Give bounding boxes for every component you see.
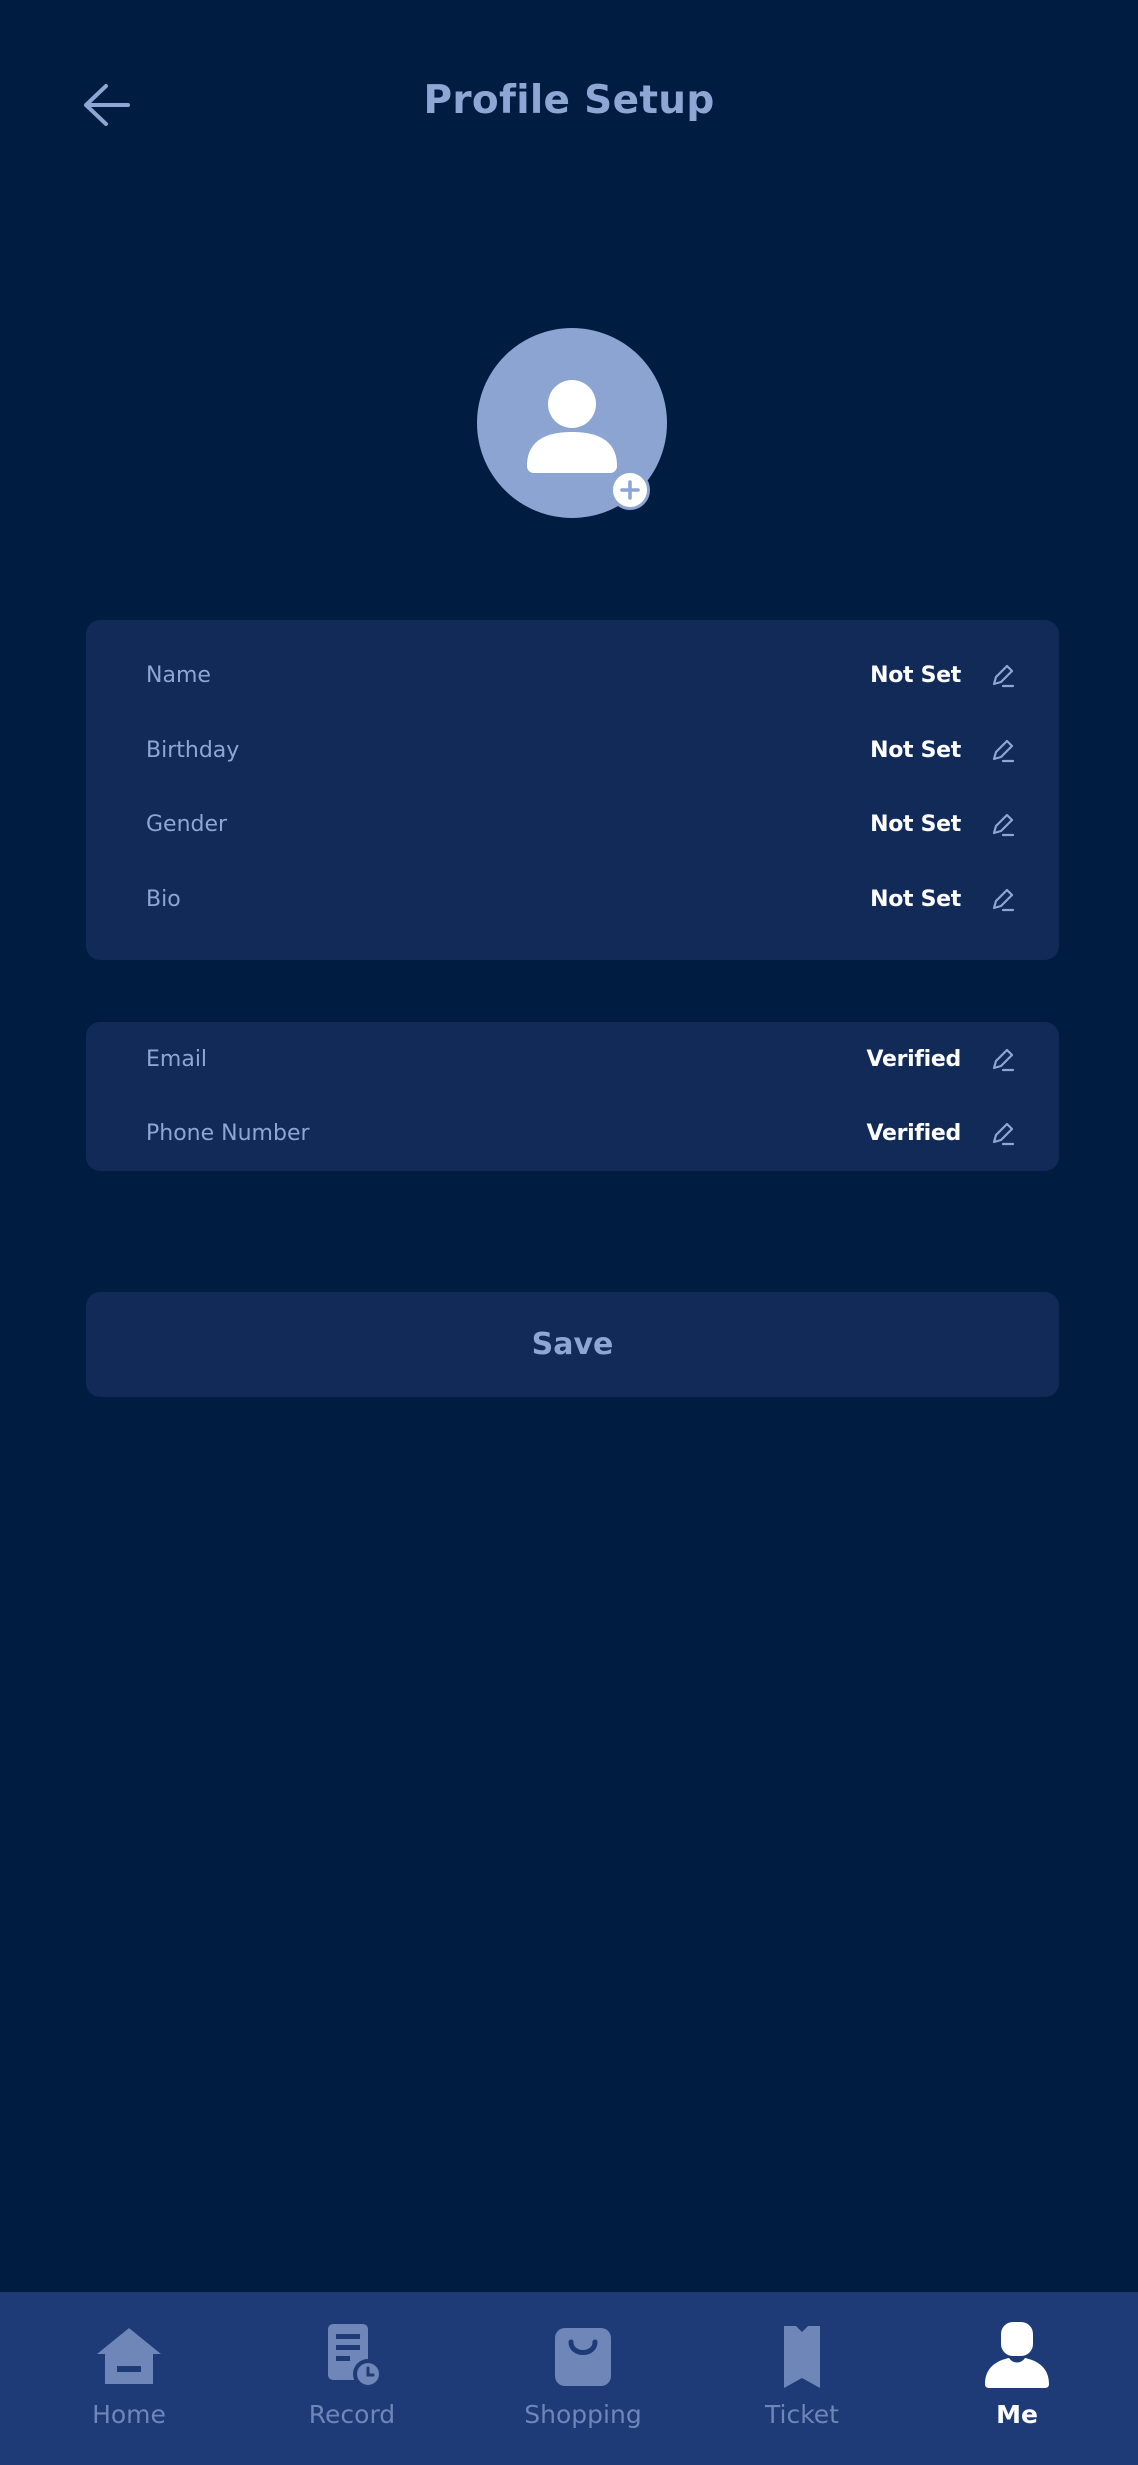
nav-label: Home	[92, 2400, 166, 2429]
birthday-row[interactable]: Birthday Not Set	[86, 721, 1059, 781]
field-label: Phone Number	[146, 1121, 310, 1146]
pencil-icon[interactable]	[989, 662, 1017, 690]
field-value: Not Set	[870, 887, 961, 912]
name-row[interactable]: Name Not Set	[86, 646, 1059, 706]
pencil-icon[interactable]	[989, 886, 1017, 914]
field-value: Verified	[866, 1047, 961, 1072]
pencil-icon[interactable]	[989, 1120, 1017, 1148]
nav-item-ticket[interactable]: Ticket	[712, 2292, 892, 2465]
nav-item-home[interactable]: Home	[39, 2292, 219, 2465]
plus-icon	[620, 480, 640, 500]
profile-info-card: Name Not Set Birthday Not Set Gender Not…	[86, 620, 1059, 960]
bottom-navigation: Home Record Shopping Ticket Me	[0, 2292, 1138, 2465]
person-icon	[985, 2322, 1049, 2388]
nav-label: Shopping	[524, 2400, 642, 2429]
pencil-icon[interactable]	[989, 811, 1017, 839]
pencil-icon[interactable]	[989, 1046, 1017, 1074]
field-value: Not Set	[870, 738, 961, 763]
add-photo-button[interactable]	[610, 470, 650, 510]
email-row[interactable]: Email Verified	[86, 1030, 1059, 1090]
contact-info-card: Email Verified Phone Number Verified	[86, 1022, 1059, 1171]
shopping-bag-icon	[555, 2328, 611, 2386]
nav-item-me[interactable]: Me	[927, 2292, 1107, 2465]
pencil-icon[interactable]	[989, 737, 1017, 765]
bio-row[interactable]: Bio Not Set	[86, 870, 1059, 930]
field-value: Verified	[866, 1121, 961, 1146]
save-button[interactable]: Save	[86, 1292, 1059, 1397]
nav-label: Me	[996, 2400, 1038, 2429]
field-value: Not Set	[870, 663, 961, 688]
phone-number-row[interactable]: Phone Number Verified	[86, 1104, 1059, 1164]
ticket-icon	[784, 2326, 820, 2388]
nav-item-shopping[interactable]: Shopping	[493, 2292, 673, 2465]
nav-label: Ticket	[765, 2400, 839, 2429]
profile-setup-screen: Profile Setup Name Not Set Birthday Not …	[0, 0, 1138, 2465]
record-icon	[328, 2324, 383, 2389]
avatar[interactable]	[477, 328, 667, 518]
home-icon	[97, 2328, 161, 2384]
field-label: Email	[146, 1047, 208, 1072]
gender-row[interactable]: Gender Not Set	[86, 795, 1059, 855]
field-label: Gender	[146, 812, 228, 837]
field-label: Bio	[146, 887, 181, 912]
nav-item-record[interactable]: Record	[262, 2292, 442, 2465]
page-title: Profile Setup	[423, 78, 715, 123]
field-value: Not Set	[870, 812, 961, 837]
nav-label: Record	[308, 2400, 396, 2429]
field-label: Birthday	[146, 738, 240, 763]
field-label: Name	[146, 663, 211, 688]
